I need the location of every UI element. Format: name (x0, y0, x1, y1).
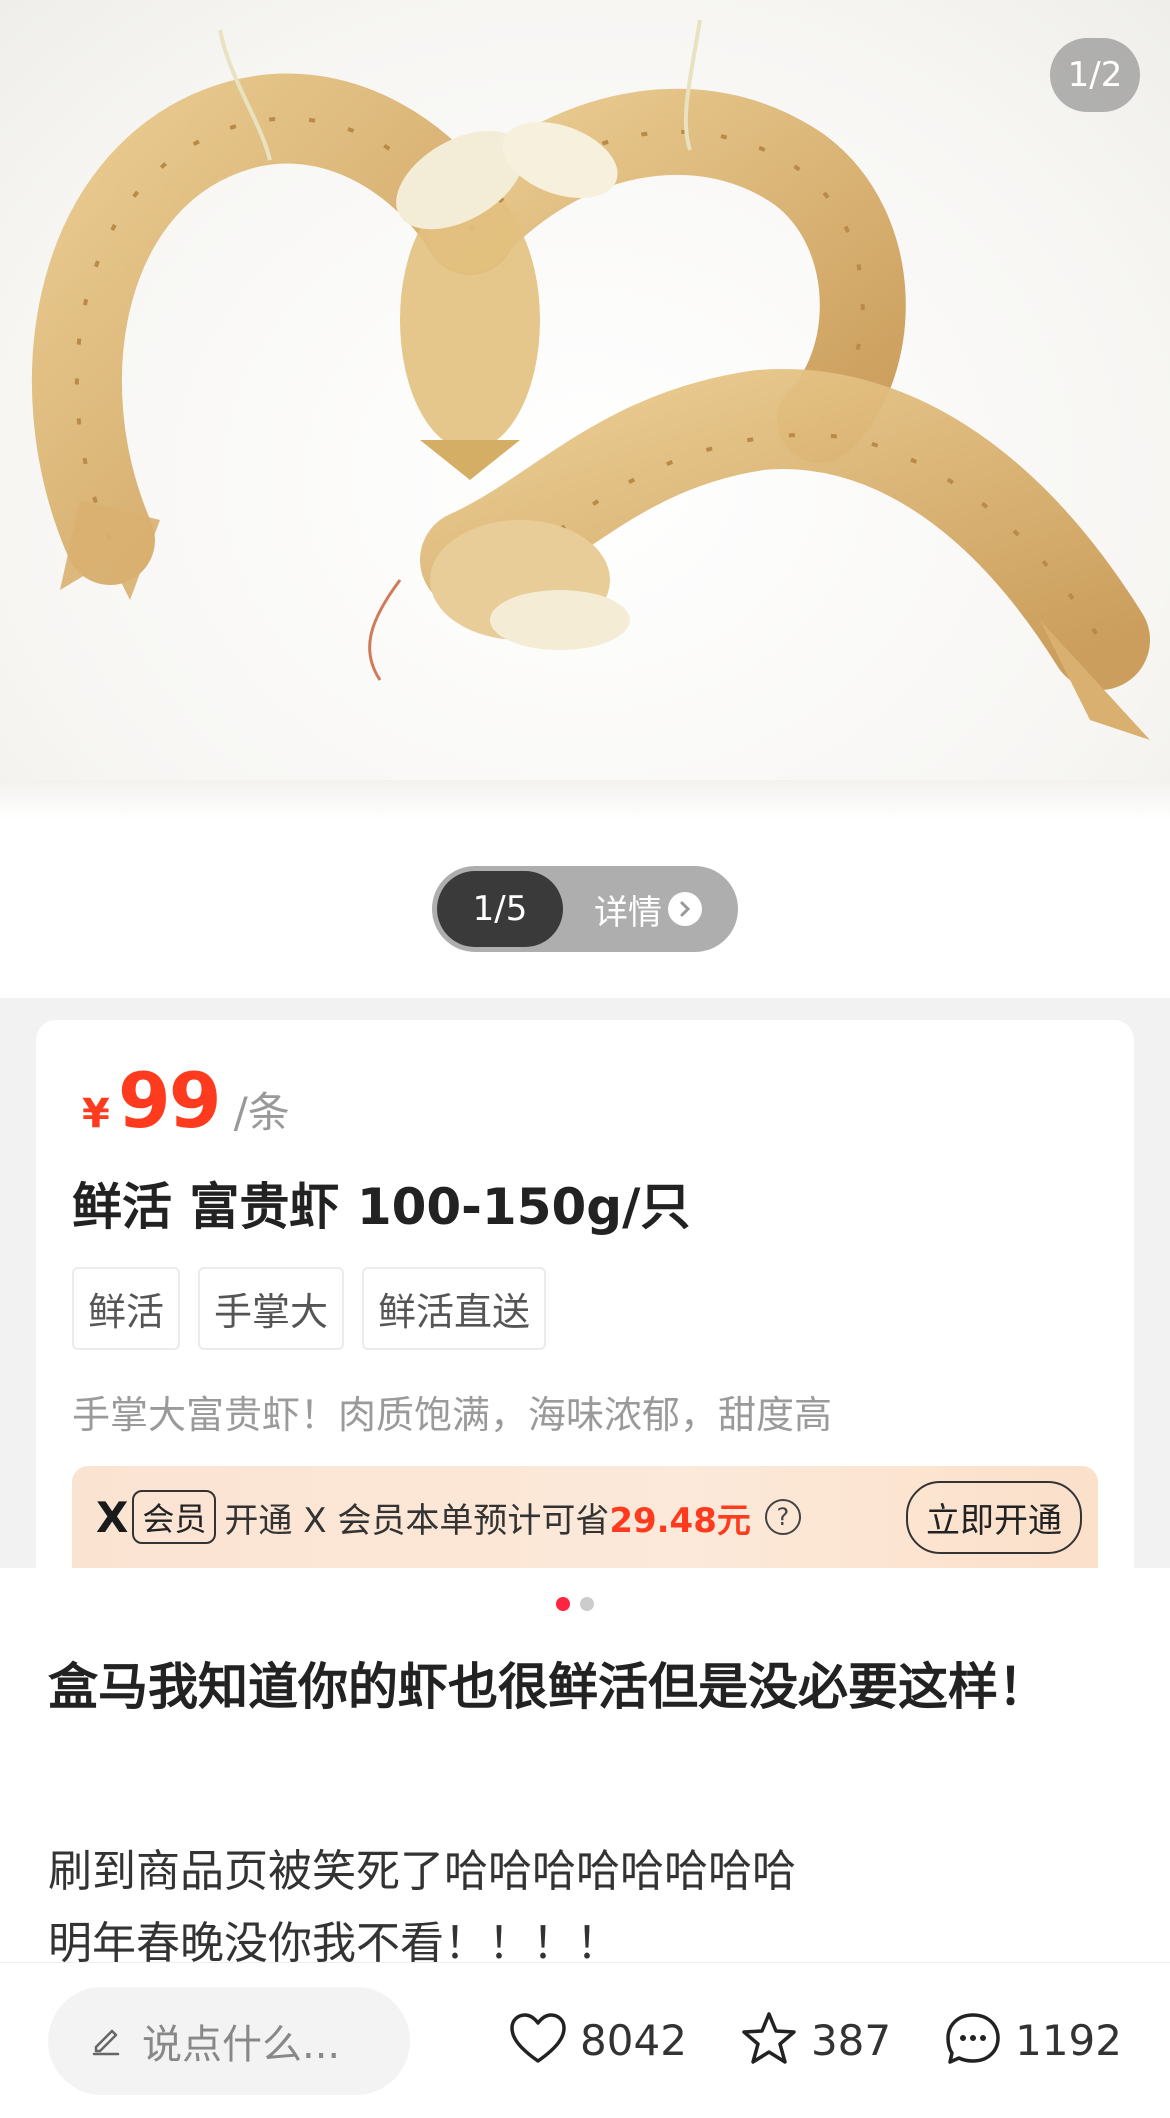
mantis-shrimp-photo (0, 0, 1170, 800)
vip-badge: 会员 (132, 1490, 217, 1544)
product-tag: 鲜活 (72, 1267, 181, 1350)
product-tag: 鲜活直送 (362, 1267, 547, 1350)
heart-icon (508, 2011, 568, 2071)
price-amount: 99 (117, 1056, 222, 1145)
comment-count: 1192 (1015, 2016, 1122, 2065)
price-symbol: ¥ (82, 1091, 110, 1137)
comment-button[interactable]: 1192 (943, 2010, 1122, 2072)
carousel-dot (580, 1597, 594, 1611)
image-counter-text: 1/2 (1067, 55, 1123, 95)
question-icon[interactable]: ? (764, 1499, 801, 1535)
details-label: 详情 (594, 892, 662, 933)
vip-open-button[interactable]: 立即开通 (906, 1480, 1082, 1554)
comment-placeholder: 说点什么... (142, 2021, 341, 2068)
image-counter: 1/2 (1050, 38, 1140, 112)
star-icon (739, 2010, 799, 2072)
product-title: 鲜活 富贵虾 100-150g/只 (72, 1178, 691, 1236)
carousel-dots (556, 1597, 594, 1611)
post-title: 盒马我知道你的虾也很鲜活但是没必要这样！ (48, 1658, 1048, 1716)
vip-promo-banner[interactable]: X 会员 开通 X 会员本单预计可省 29.48元 ? 立即开通 (72, 1466, 1098, 1568)
vip-saving: 29.48元 (609, 1500, 751, 1541)
like-count: 8042 (580, 2016, 687, 2065)
product-tags: 鲜活 手掌大 鲜活直送 (72, 1267, 1098, 1350)
vip-text: 开通 X 会员本单预计可省 (224, 1500, 610, 1541)
details-link[interactable]: 详情 (563, 885, 733, 934)
bottom-action-bar: 说点什么... 8042 387 1192 (0, 1962, 1170, 2118)
pager-current: 1/5 (437, 871, 563, 947)
chevron-right-icon (668, 892, 702, 926)
comment-input[interactable]: 说点什么... (48, 1986, 410, 2095)
product-card[interactable]: ¥ 99 /条 鲜活 富贵虾 100-150g/只 鲜活 手掌大 鲜活直送 手掌… (36, 1020, 1134, 1568)
like-button[interactable]: 8042 (508, 2011, 687, 2071)
product-tag: 手掌大 (198, 1267, 345, 1350)
post-actions: 8042 387 1192 (508, 2010, 1122, 2072)
pencil-icon (88, 2021, 124, 2061)
favorite-count: 387 (810, 2016, 892, 2065)
photo-fade (0, 780, 1170, 820)
post-line: 刷到商品页被笑死了哈哈哈哈哈哈哈哈 (48, 1846, 796, 1897)
post-body: 刷到商品页被笑死了哈哈哈哈哈哈哈哈 明年春晚没你我不看！！！！ (48, 1836, 1128, 1980)
product-description: 手掌大富贵虾！肉质饱满，海味浓郁，甜度高 (72, 1393, 833, 1437)
price-unit: /条 (233, 1088, 290, 1137)
x-logo-icon: X (96, 1492, 129, 1542)
price-row: ¥ 99 /条 (72, 1056, 1098, 1145)
pager-current-text: 1/5 (472, 889, 528, 929)
shrimp-illustration (32, 19, 1150, 740)
speech-bubble-icon (943, 2010, 1003, 2072)
product-pager[interactable]: 1/5 详情 (432, 866, 738, 952)
favorite-button[interactable]: 387 (739, 2010, 891, 2072)
product-image-carousel[interactable]: 1/2 1/5 详情 (0, 0, 1170, 1000)
carousel-dot-active (556, 1597, 570, 1611)
